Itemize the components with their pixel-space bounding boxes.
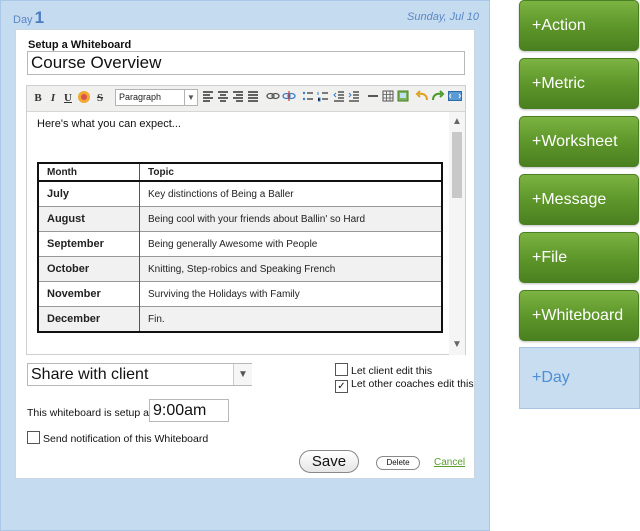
day-label-text: Day bbox=[13, 14, 33, 26]
month-cell: August bbox=[38, 206, 140, 232]
month-cell: December bbox=[38, 306, 140, 332]
unlink-icon[interactable] bbox=[282, 90, 296, 106]
add-worksheet-button[interactable]: +Worksheet bbox=[519, 116, 639, 167]
add-day-button[interactable]: +Day bbox=[519, 347, 640, 409]
month-column-header: Month bbox=[38, 163, 140, 182]
table-row: July Key distinctions of Being a Baller bbox=[38, 180, 443, 207]
image-icon[interactable] bbox=[397, 90, 409, 106]
add-metric-button[interactable]: +Metric bbox=[519, 58, 639, 109]
underline-button[interactable]: U bbox=[62, 90, 74, 106]
indent-icon[interactable] bbox=[348, 90, 360, 106]
topics-table: Month Topic July Key distinctions of Bei… bbox=[37, 162, 443, 333]
paragraph-format-select[interactable]: Paragraph bbox=[115, 89, 185, 106]
align-left-icon[interactable] bbox=[202, 90, 214, 106]
month-cell: July bbox=[38, 180, 140, 207]
topic-cell: Key distinctions of Being a Baller bbox=[139, 180, 443, 207]
month-cell: October bbox=[38, 256, 140, 282]
month-cell: September bbox=[38, 231, 140, 257]
rich-text-editor[interactable]: B I U S Paragraph ▼ Here's what you can … bbox=[26, 85, 466, 355]
html-source-icon[interactable] bbox=[448, 90, 462, 106]
topic-cell: Knitting, Step-robics and Speaking Frenc… bbox=[139, 256, 443, 282]
link-icon[interactable] bbox=[266, 90, 280, 106]
day-date: Sunday, Jul 10 bbox=[407, 11, 479, 23]
add-message-button[interactable]: +Message bbox=[519, 174, 639, 225]
chevron-down-icon[interactable]: ▼ bbox=[233, 364, 252, 385]
chevron-down-icon[interactable]: ▼ bbox=[184, 89, 198, 106]
let-coaches-edit-checkbox[interactable]: ✓ bbox=[335, 380, 348, 393]
intro-text: Here's what you can expect... bbox=[37, 118, 181, 130]
topic-cell: Fin. bbox=[139, 306, 443, 332]
editor-content[interactable]: Here's what you can expect... Month Topi… bbox=[27, 112, 447, 355]
let-client-edit-option[interactable]: Let client edit this bbox=[335, 363, 432, 377]
editor-toolbar: B I U S Paragraph ▼ bbox=[27, 86, 465, 112]
table-header-row: Month Topic bbox=[38, 163, 443, 182]
topic-cell: Being cool with your friends about Balli… bbox=[139, 206, 443, 232]
day-label: Day 1 bbox=[13, 8, 44, 28]
day-panel: Day 1 Sunday, Jul 10 Setup a Whiteboard C… bbox=[0, 0, 490, 531]
horizontal-rule-icon[interactable] bbox=[367, 90, 379, 106]
add-whiteboard-button[interactable]: +Whiteboard bbox=[519, 290, 639, 341]
whiteboard-section-title: Setup a Whiteboard bbox=[28, 39, 132, 51]
send-notification-option[interactable]: Send notification of this Whiteboard bbox=[27, 431, 208, 445]
save-button[interactable]: Save bbox=[299, 450, 359, 473]
scroll-down-icon[interactable]: ▼ bbox=[449, 339, 465, 351]
editor-scrollbar[interactable]: ▲ ▼ bbox=[449, 112, 465, 355]
bullet-list-icon[interactable] bbox=[302, 90, 314, 106]
numbered-list-icon[interactable] bbox=[317, 90, 329, 106]
day-header: Day 1 Sunday, Jul 10 bbox=[1, 1, 489, 27]
align-center-icon[interactable] bbox=[217, 90, 229, 106]
undo-icon[interactable] bbox=[415, 90, 429, 106]
add-action-button[interactable]: +Action bbox=[519, 0, 639, 51]
table-row: October Knitting, Step-robics and Speaki… bbox=[38, 256, 443, 282]
delete-button[interactable]: Delete bbox=[376, 456, 420, 470]
send-notification-checkbox[interactable] bbox=[27, 431, 40, 444]
month-cell: November bbox=[38, 281, 140, 307]
topic-cell: Being generally Awesome with People bbox=[139, 231, 443, 257]
table-icon[interactable] bbox=[382, 90, 394, 106]
add-file-button[interactable]: +File bbox=[519, 232, 639, 283]
let-coaches-edit-option[interactable]: ✓ Let other coaches edit this bbox=[335, 378, 474, 393]
let-client-edit-checkbox[interactable] bbox=[335, 363, 348, 376]
whiteboard-name-input[interactable]: Course Overview bbox=[27, 51, 465, 75]
redo-icon[interactable] bbox=[431, 90, 445, 106]
table-row: September Being generally Awesome with P… bbox=[38, 231, 443, 257]
italic-button[interactable]: I bbox=[47, 90, 59, 106]
table-row: November Surviving the Holidays with Fam… bbox=[38, 281, 443, 307]
topic-cell: Surviving the Holidays with Family bbox=[139, 281, 443, 307]
share-select[interactable]: Share with client bbox=[27, 363, 252, 386]
align-justify-icon[interactable] bbox=[247, 90, 259, 106]
table-row: December Fin. bbox=[38, 306, 443, 332]
table-row: August Being cool with your friends abou… bbox=[38, 206, 443, 232]
outdent-icon[interactable] bbox=[333, 90, 345, 106]
let-client-edit-label: Let client edit this bbox=[351, 365, 433, 377]
whiteboard-card: Setup a Whiteboard Course Overview B I U… bbox=[15, 29, 475, 479]
bold-button[interactable]: B bbox=[32, 90, 44, 106]
strikethrough-button[interactable]: S bbox=[94, 90, 106, 106]
align-right-icon[interactable] bbox=[232, 90, 244, 106]
topic-column-header: Topic bbox=[139, 163, 443, 182]
scroll-up-icon[interactable]: ▲ bbox=[449, 116, 465, 128]
day-number: 1 bbox=[34, 8, 45, 27]
let-coaches-edit-label: Let other coaches edit this bbox=[351, 378, 474, 390]
setup-time-label: This whiteboard is setup at bbox=[27, 407, 152, 419]
scroll-thumb[interactable] bbox=[452, 132, 462, 198]
cancel-link[interactable]: Cancel bbox=[434, 457, 465, 468]
send-notification-label: Send notification of this Whiteboard bbox=[43, 433, 209, 445]
setup-time-input[interactable]: 9:00am bbox=[149, 399, 229, 422]
spellcheck-icon[interactable] bbox=[77, 90, 91, 106]
